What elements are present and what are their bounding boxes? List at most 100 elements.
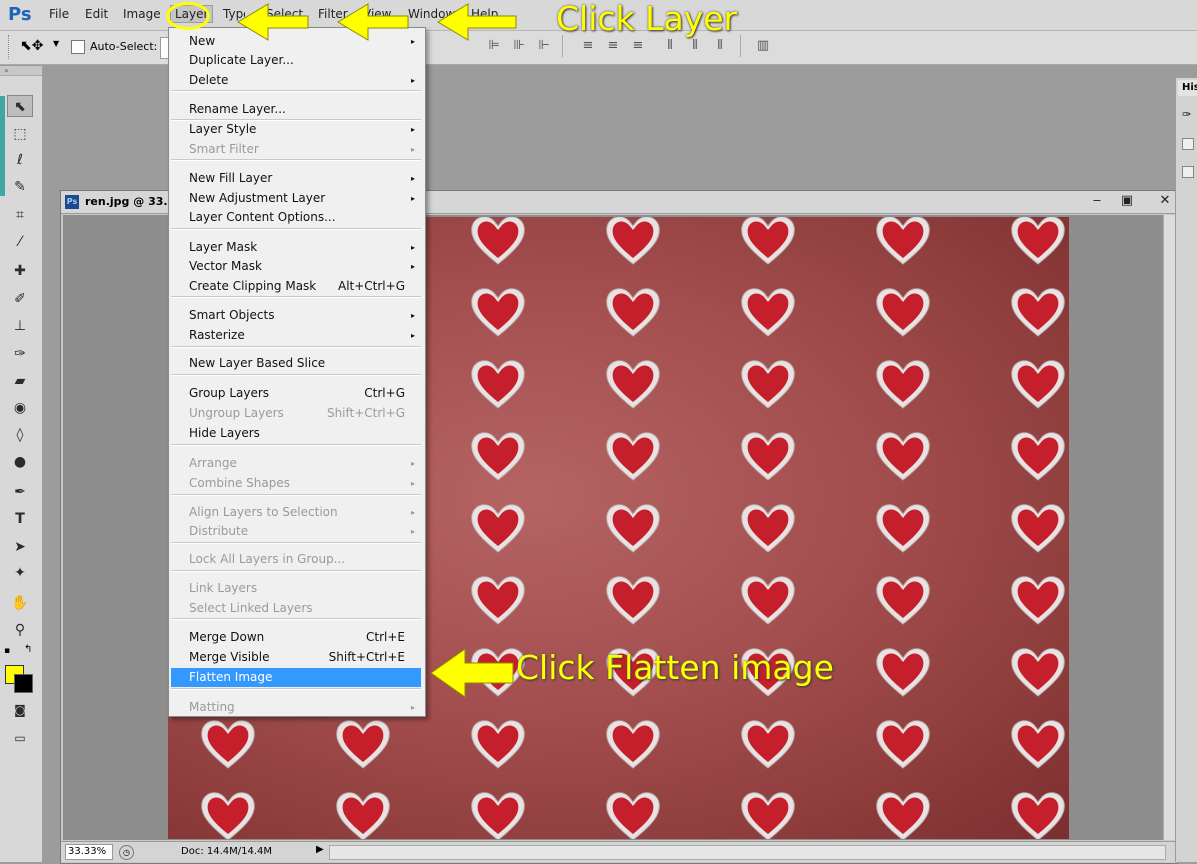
dodge-tool-icon[interactable]: ● bbox=[7, 451, 33, 473]
layer-menu-item-group-layers[interactable]: Group Layers Ctrl+G bbox=[189, 384, 421, 403]
menu-item-label: Select Linked Layers bbox=[189, 601, 313, 615]
document-title: ren.jpg @ 33.3 bbox=[85, 195, 176, 208]
layer-menu-item-arrange[interactable]: Arrange ▸ bbox=[189, 454, 421, 473]
layer-menu-item-new-fill-layer[interactable]: New Fill Layer ▸ bbox=[189, 169, 421, 188]
layer-menu-item-layer-mask[interactable]: Layer Mask ▸ bbox=[189, 238, 421, 257]
heart-pattern-shape bbox=[1008, 716, 1068, 772]
distribute-right-icon[interactable]: ⫴ bbox=[712, 37, 728, 55]
history-brush-source-icon[interactable]: ✑ bbox=[1182, 108, 1191, 121]
menu-file[interactable]: File bbox=[49, 7, 69, 21]
heart-pattern-shape bbox=[1008, 428, 1068, 484]
history-snapshot-icon[interactable] bbox=[1182, 138, 1194, 150]
layer-menu-item-combine-shapes[interactable]: Combine Shapes ▸ bbox=[189, 474, 421, 493]
lasso-tool-icon[interactable]: ℓ bbox=[7, 149, 33, 171]
custom-shape-tool-icon[interactable]: ✦ bbox=[7, 562, 33, 584]
distribute-bottom-icon[interactable]: ≡ bbox=[630, 37, 646, 55]
heart-pattern-shape bbox=[738, 572, 798, 628]
swap-colors-icon[interactable]: ↰ bbox=[24, 644, 32, 655]
brush-tool-icon[interactable]: ✐ bbox=[7, 288, 33, 310]
menu-separator bbox=[171, 444, 421, 446]
menu-separator bbox=[171, 542, 421, 544]
type-tool-icon[interactable]: T bbox=[7, 508, 33, 530]
history-state-icon[interactable] bbox=[1182, 166, 1194, 178]
distribute-top-icon[interactable]: ≡ bbox=[580, 37, 596, 55]
layer-menu-item-layer-style[interactable]: Layer Style ▸ bbox=[189, 120, 421, 139]
zoom-level-field[interactable]: 33.33% bbox=[65, 844, 113, 860]
menu-item-label: Smart Filter bbox=[189, 142, 259, 156]
heart-pattern-shape bbox=[333, 716, 393, 772]
submenu-arrow-icon: ▸ bbox=[410, 145, 415, 154]
click-layer-arrows bbox=[237, 3, 517, 41]
layer-menu-item-rename-layer[interactable]: Rename Layer... bbox=[189, 100, 421, 119]
quick-mask-icon[interactable]: ◙ bbox=[7, 699, 33, 721]
distribute-left-icon[interactable]: ⫴ bbox=[662, 37, 678, 55]
layer-menu-item-hide-layers[interactable]: Hide Layers bbox=[189, 424, 421, 443]
blur-tool-icon[interactable]: ◊ bbox=[7, 424, 33, 446]
clone-stamp-tool-icon[interactable]: ⊥ bbox=[7, 315, 33, 337]
history-panel-tab[interactable]: His bbox=[1178, 80, 1197, 96]
align-right-icon[interactable]: ⊩ bbox=[536, 37, 552, 55]
eraser-tool-icon[interactable]: ▰ bbox=[7, 370, 33, 392]
layer-menu-item-new-adjustment-layer[interactable]: New Adjustment Layer ▸ bbox=[189, 189, 421, 208]
move-tool-icon[interactable]: ⬉ bbox=[7, 95, 33, 117]
eyedropper-tool-icon[interactable]: ⁄ bbox=[7, 231, 33, 253]
background-color-swatch[interactable] bbox=[14, 674, 33, 693]
layer-menu-item-distribute[interactable]: Distribute ▸ bbox=[189, 522, 421, 541]
heart-pattern-shape bbox=[468, 284, 528, 340]
auto-align-icon[interactable]: ▥ bbox=[755, 37, 771, 55]
heart-pattern-shape bbox=[738, 284, 798, 340]
heart-pattern-shape bbox=[603, 284, 663, 340]
status-info-icon[interactable]: ◷ bbox=[119, 845, 134, 860]
hand-tool-icon[interactable]: ✋ bbox=[7, 592, 33, 614]
marquee-tool-icon[interactable]: ⬚ bbox=[7, 123, 33, 145]
menu-separator bbox=[171, 618, 421, 620]
heart-pattern-shape bbox=[873, 284, 933, 340]
distribute-middle-icon[interactable]: ≡ bbox=[605, 37, 621, 55]
layer-menu-item-ungroup-layers[interactable]: Ungroup Layers Shift+Ctrl+G bbox=[189, 404, 421, 423]
layer-menu-item-link-layers[interactable]: Link Layers bbox=[189, 579, 421, 598]
screen-mode-icon[interactable]: ▭ bbox=[7, 727, 33, 749]
tools-panel-grip[interactable]: » bbox=[0, 66, 42, 76]
paint-bucket-tool-icon[interactable]: ◉ bbox=[7, 397, 33, 419]
layer-menu-item-select-linked-layers[interactable]: Select Linked Layers bbox=[189, 599, 421, 618]
layer-menu-item-vector-mask[interactable]: Vector Mask ▸ bbox=[189, 257, 421, 276]
distribute-center-icon[interactable]: ⫴ bbox=[687, 37, 703, 55]
layer-menu-item-rasterize[interactable]: Rasterize ▸ bbox=[189, 326, 421, 345]
menu-item-label: Layer Style bbox=[189, 122, 257, 136]
path-selection-tool-icon[interactable]: ➤ bbox=[7, 536, 33, 558]
layer-menu-item-duplicate-layer[interactable]: Duplicate Layer... bbox=[189, 51, 421, 70]
layer-menu-item-align-layers-to-selection[interactable]: Align Layers to Selection ▸ bbox=[189, 503, 421, 522]
zoom-tool-icon[interactable]: ⚲ bbox=[7, 619, 33, 641]
maximize-icon[interactable]: ▣ bbox=[1113, 192, 1141, 210]
minimize-icon[interactable]: ‒ bbox=[1083, 192, 1111, 210]
menu-edit[interactable]: Edit bbox=[85, 7, 108, 21]
menu-image[interactable]: Image bbox=[123, 7, 161, 21]
layer-menu-item-lock-all-layers-in-group[interactable]: Lock All Layers in Group... bbox=[189, 550, 421, 569]
move-tool-preset-icon[interactable]: ⬉✥ bbox=[20, 38, 43, 54]
submenu-arrow-icon: ▸ bbox=[410, 76, 415, 85]
layer-menu-item-new-layer-based-slice[interactable]: New Layer Based Slice bbox=[189, 354, 421, 373]
chevron-down-icon[interactable]: ▼ bbox=[53, 39, 59, 48]
history-brush-tool-icon[interactable]: ✑ bbox=[7, 343, 33, 365]
status-menu-arrow-icon[interactable]: ▶ bbox=[316, 844, 324, 855]
quick-selection-tool-icon[interactable]: ✎ bbox=[7, 176, 33, 198]
horizontal-scrollbar[interactable] bbox=[329, 845, 1166, 860]
layer-menu-item-smart-filter[interactable]: Smart Filter ▸ bbox=[189, 140, 421, 159]
photoshop-doc-icon: Ps bbox=[65, 195, 79, 209]
layer-menu-item-layer-content-options[interactable]: Layer Content Options... bbox=[189, 208, 421, 227]
auto-select-checkbox[interactable] bbox=[71, 40, 85, 54]
layer-menu-item-smart-objects[interactable]: Smart Objects ▸ bbox=[189, 306, 421, 325]
layer-menu-item-matting[interactable]: Matting ▸ bbox=[189, 698, 421, 717]
layer-menu-item-flatten-image[interactable]: Flatten Image bbox=[171, 668, 421, 687]
layer-menu-item-create-clipping-mask[interactable]: Create Clipping Mask Alt+Ctrl+G bbox=[189, 277, 421, 296]
heart-pattern-shape bbox=[873, 428, 933, 484]
default-colors-icon[interactable]: ▪ bbox=[4, 646, 10, 656]
healing-brush-tool-icon[interactable]: ✚ bbox=[7, 260, 33, 282]
menu-item-label: Delete bbox=[189, 73, 229, 87]
layer-menu-item-merge-visible[interactable]: Merge Visible Shift+Ctrl+E bbox=[189, 648, 421, 667]
pen-tool-icon[interactable]: ✒ bbox=[7, 481, 33, 503]
crop-tool-icon[interactable]: ⌗ bbox=[7, 204, 33, 226]
layer-menu-item-delete[interactable]: Delete ▸ bbox=[189, 71, 421, 90]
menu-item-label: Merge Visible bbox=[189, 650, 270, 664]
layer-menu-item-merge-down[interactable]: Merge Down Ctrl+E bbox=[189, 628, 421, 647]
